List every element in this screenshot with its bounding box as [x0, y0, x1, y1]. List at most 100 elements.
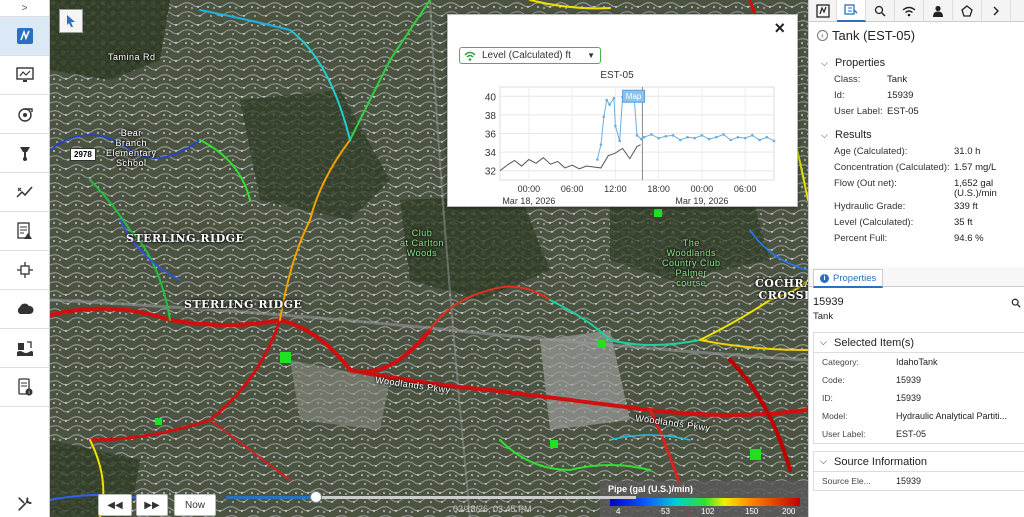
selected-items-rows: Category: IdahoTank Code: 15939 ID: 15939 Mode… [814, 353, 1024, 443]
result-row-value: 31.0 h [954, 146, 981, 157]
properties-section-header[interactable]: ⌵ Properties [809, 54, 1024, 72]
selected-item-row-value: EST-05 [896, 429, 927, 439]
map-label-tamina: Tamina Rd [108, 52, 156, 62]
selected-item-row: User Label: EST-05 [814, 425, 1024, 443]
result-row-value: 35 ft [954, 217, 973, 228]
tools-icon[interactable] [0, 491, 50, 517]
data-point [765, 135, 769, 139]
selected-item-row-value: IdahoTank [896, 357, 938, 367]
back-icon[interactable]: ‹ [817, 29, 828, 41]
selected-class: Tank [813, 311, 834, 322]
chevron-down-icon: ⌵ [820, 456, 827, 466]
data-point [642, 135, 646, 139]
wifi-tab-icon[interactable] [895, 0, 924, 22]
chevron-down-icon: ⌵ [821, 129, 828, 140]
data-point [743, 136, 747, 140]
select-tool-button[interactable] [59, 9, 83, 33]
source-info-header[interactable]: ⌵ Source Information [814, 452, 1024, 472]
map-tag-label: Map [626, 92, 642, 101]
result-row-key: Percent Full: [834, 233, 888, 244]
selected-id: 15939 [813, 296, 844, 308]
tool-flood-icon[interactable] [0, 329, 49, 368]
selected-item-row-key: Code: [822, 375, 845, 385]
y-tick-label: 36 [485, 130, 497, 141]
property-row: User Label: EST-05 [809, 104, 1024, 120]
properties-list: Class: Tank Id: 15939 User Label: EST-05 [809, 72, 1024, 120]
property-row: Class: Tank [809, 72, 1024, 88]
result-row: Flow (Out net): 1,652 gal (U.S.)/min [809, 176, 1024, 199]
tool-network-icon[interactable] [0, 17, 49, 56]
data-point [608, 103, 611, 106]
user-icon[interactable] [924, 0, 953, 22]
map-view[interactable]: Tamina Rd 2978 Bear Branch Elementary Sc… [50, 0, 808, 517]
app-logo-icon[interactable] [809, 0, 837, 22]
tool-device-info-icon[interactable]: i [0, 368, 49, 407]
timeline-time: 03/18/26, 03:45 PM [453, 504, 532, 514]
map-label-cochran-crossing: COCHRAN CROSSIN [755, 277, 808, 302]
tool-monitor-icon[interactable] [0, 56, 49, 95]
y-tick-label: 34 [485, 148, 497, 159]
data-point [686, 135, 689, 139]
shape-icon[interactable] [953, 0, 982, 22]
panel-title: Tank (EST-05) [832, 27, 916, 43]
x-tick-label: 00:00 [691, 184, 714, 194]
property-row-key: Id: [834, 90, 845, 101]
source-info-rows: Source Ele... 15939 [814, 472, 1024, 490]
toolbar-collapse-button[interactable]: > [0, 0, 49, 17]
result-row: Percent Full: 94.6 % [809, 231, 1024, 247]
result-row: Hydraulic Grade: 339 ft [809, 199, 1024, 215]
rewind-button[interactable]: ◀◀ [98, 494, 132, 516]
wifi-icon [464, 51, 476, 61]
data-point [758, 138, 761, 142]
data-point [599, 143, 603, 146]
right-panel: ‹ Tank (EST-05) ⌵ Properties Class: Tank I… [808, 0, 1024, 517]
timeline-bar: ◀◀ ▶▶ Now 03/18/26, 03:45 PM [50, 490, 808, 517]
data-point [635, 134, 639, 137]
tool-pump-icon[interactable] [0, 95, 49, 134]
tab-properties-icon[interactable] [837, 0, 866, 22]
attribute-select-value: Level (Calculated) ft [482, 50, 571, 61]
data-point [612, 96, 616, 100]
chevron-right-icon[interactable] [982, 0, 1011, 22]
tool-report-alert-icon[interactable] [0, 212, 49, 251]
tool-connection-icon[interactable] [0, 251, 49, 290]
data-point [751, 134, 754, 137]
chevron-down-icon: ⌵ [820, 337, 827, 347]
result-row-key: Flow (Out net): [834, 178, 897, 189]
panel-header: ‹ Tank (EST-05) [809, 22, 1024, 48]
search-icon[interactable] [1011, 298, 1021, 308]
selected-items-header[interactable]: ⌵ Selected Item(s) [814, 333, 1024, 353]
y-tick-label: 38 [485, 111, 497, 122]
forward-button[interactable]: ▶▶ [136, 494, 168, 516]
results-section-header[interactable]: ⌵ Results [809, 126, 1024, 144]
data-point [602, 115, 606, 119]
tab-properties[interactable]: i Properties [813, 269, 884, 288]
selected-item-row: Code: 15939 [814, 371, 1024, 389]
x-tick-label: 12:00 [604, 184, 627, 194]
now-button[interactable]: Now [174, 494, 216, 516]
attribute-select[interactable]: Level (Calculated) ft ▼ [459, 47, 601, 64]
result-row-key: Level (Calculated): [834, 217, 914, 228]
tool-valve-icon[interactable] [0, 134, 49, 173]
selected-item-row: Model: Hydraulic Analytical Partiti... [814, 407, 1024, 425]
selected-item-row: ID: 15939 [814, 389, 1024, 407]
section-title: Properties [835, 57, 886, 69]
search-icon[interactable] [866, 0, 895, 22]
data-point [736, 135, 740, 139]
data-point [614, 124, 617, 128]
timeline-thumb[interactable] [310, 491, 323, 503]
x-date-label: Mar 19, 2026 [675, 196, 728, 206]
property-row-key: User Label: [834, 106, 883, 117]
app-window: > i Tamina Rd 2978 Bear Branch Elementar… [0, 0, 1024, 517]
tool-trend-icon[interactable] [0, 173, 49, 212]
x-tick-label: 06:00 [734, 184, 757, 194]
x-tick-label: 00:00 [518, 184, 541, 194]
group-title: Selected Item(s) [834, 336, 915, 349]
timeline-slider[interactable] [226, 491, 636, 503]
result-row-key: Hydraulic Grade: [834, 201, 906, 212]
property-row-key: Class: [834, 74, 861, 85]
selected-item-row-key: Model: [822, 411, 848, 421]
close-icon[interactable]: × [774, 18, 785, 38]
chart-popup: × Level (Calculated) ft ▼ EST-05 32 34 36 38… [447, 14, 798, 207]
tool-cloud-icon[interactable] [0, 290, 49, 329]
